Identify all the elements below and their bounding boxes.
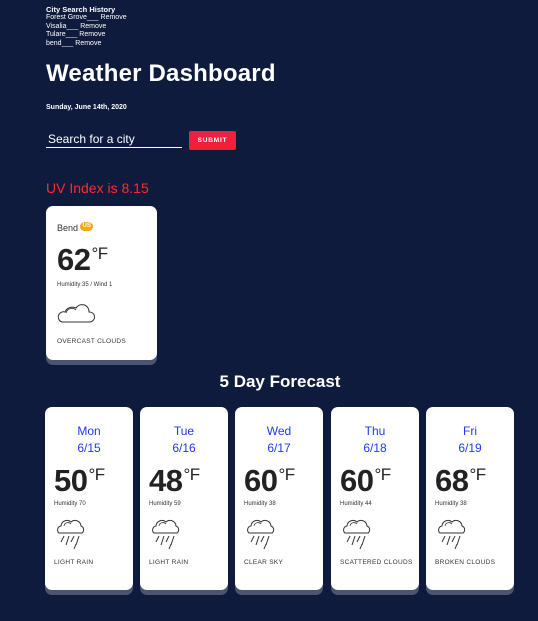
- rain-cloud-icon: [342, 517, 372, 556]
- weather-dashboard: City Search History Forest Grove___ Remo…: [0, 0, 538, 621]
- forecast-day: Tue: [173, 424, 195, 438]
- forecast-card-tue: Tue 6/16 48°F Humidity 59 LIGHT RAIN: [140, 407, 228, 590]
- rain-cloud-icon: [56, 517, 86, 556]
- forecast-card-thu: Thu 6/18 60°F Humidity 44 SCATTERED CLOU…: [331, 407, 419, 590]
- forecast-description: CLEAR SKY: [244, 559, 284, 566]
- current-temperature: 62°F: [57, 242, 108, 278]
- forecast-date: 6/19: [458, 441, 482, 455]
- forecast-temperature: 60°F: [244, 463, 295, 499]
- history-city-link[interactable]: Tulare___: [46, 31, 77, 39]
- forecast-card-mon: Mon 6/15 50°F Humidity 70 LIGHT RAIN: [45, 407, 133, 590]
- forecast-date: 6/17: [267, 441, 291, 455]
- temperature-unit: °F: [278, 465, 295, 484]
- forecast-description: SCATTERED CLOUDS: [340, 559, 413, 566]
- forecast-humidity: Humidity 38: [435, 501, 467, 507]
- temperature-unit: °F: [183, 465, 200, 484]
- history-item: Tulare___ Remove: [46, 31, 127, 39]
- history-city-link[interactable]: Visalia___: [46, 23, 78, 31]
- city-search-input[interactable]: [46, 130, 182, 148]
- temperature-value: 60: [340, 463, 374, 498]
- rain-cloud-icon: [151, 517, 181, 556]
- forecast-date: 6/15: [77, 441, 101, 455]
- current-weather-card: Bend US 62°F Humidity 35 / Wind 1 OVERCAS…: [46, 206, 157, 360]
- weather-description: OVERCAST CLOUDS: [57, 338, 127, 345]
- uv-index-text: UV Index is 8.15: [46, 180, 149, 196]
- forecast-temperature: 68°F: [435, 463, 486, 499]
- rain-cloud-icon: [437, 517, 467, 556]
- forecast-date: 6/16: [172, 441, 196, 455]
- history-item: Forest Grove___ Remove: [46, 14, 127, 22]
- forecast-day: Fri: [463, 424, 477, 438]
- remove-button[interactable]: Remove: [80, 23, 106, 31]
- submit-button[interactable]: SUBMIT: [189, 131, 236, 150]
- forecast-day: Mon: [77, 424, 101, 438]
- temperature-unit: °F: [469, 465, 486, 484]
- forecast-temperature: 60°F: [340, 463, 391, 499]
- remove-button[interactable]: Remove: [79, 31, 105, 39]
- temperature-value: 48: [149, 463, 183, 498]
- temperature-unit: °F: [88, 465, 105, 484]
- history-city-link[interactable]: bend___: [46, 40, 73, 48]
- forecast-temperature: 48°F: [149, 463, 200, 499]
- history-city-link[interactable]: Forest Grove___: [46, 14, 99, 22]
- temperature-value: 62: [57, 242, 91, 277]
- forecast-humidity: Humidity 44: [340, 501, 372, 507]
- forecast-day: Thu: [364, 424, 386, 438]
- forecast-description: LIGHT RAIN: [149, 559, 189, 566]
- forecast-day: Wed: [266, 424, 292, 438]
- forecast-title: 5 Day Forecast: [219, 372, 341, 391]
- humidity-wind: Humidity 35 / Wind 1: [57, 282, 113, 288]
- forecast-description: BROKEN CLOUDS: [435, 559, 496, 566]
- remove-button[interactable]: Remove: [101, 14, 127, 22]
- forecast-card-fri: Fri 6/19 68°F Humidity 38 BROKEN CLOUDS: [426, 407, 514, 590]
- temperature-value: 60: [244, 463, 278, 498]
- history-title: City Search History: [46, 5, 116, 14]
- forecast-temperature: 50°F: [54, 463, 105, 499]
- page-title: Weather Dashboard: [46, 60, 276, 87]
- current-city: Bend US: [57, 222, 94, 233]
- country-badge: US: [80, 222, 94, 231]
- cloud-icon: [57, 302, 96, 329]
- current-date: Sunday, June 14th, 2020: [46, 104, 127, 111]
- temperature-unit: °F: [91, 244, 108, 263]
- rain-cloud-icon: [246, 517, 276, 556]
- history-item: bend___ Remove: [46, 40, 127, 48]
- forecast-humidity: Humidity 38: [244, 501, 276, 507]
- remove-button[interactable]: Remove: [75, 40, 101, 48]
- forecast-description: LIGHT RAIN: [54, 559, 94, 566]
- temperature-unit: °F: [374, 465, 391, 484]
- history-item: Visalia___ Remove: [46, 23, 127, 31]
- temperature-value: 50: [54, 463, 88, 498]
- forecast-card-wed: Wed 6/17 60°F Humidity 38 CLEAR SKY: [235, 407, 323, 590]
- forecast-humidity: Humidity 59: [149, 501, 181, 507]
- city-name: Bend: [57, 223, 79, 233]
- forecast-humidity: Humidity 70: [54, 501, 86, 507]
- city-search-history: City Search History Forest Grove___ Remo…: [46, 5, 127, 48]
- forecast-date: 6/18: [363, 441, 387, 455]
- temperature-value: 68: [435, 463, 469, 498]
